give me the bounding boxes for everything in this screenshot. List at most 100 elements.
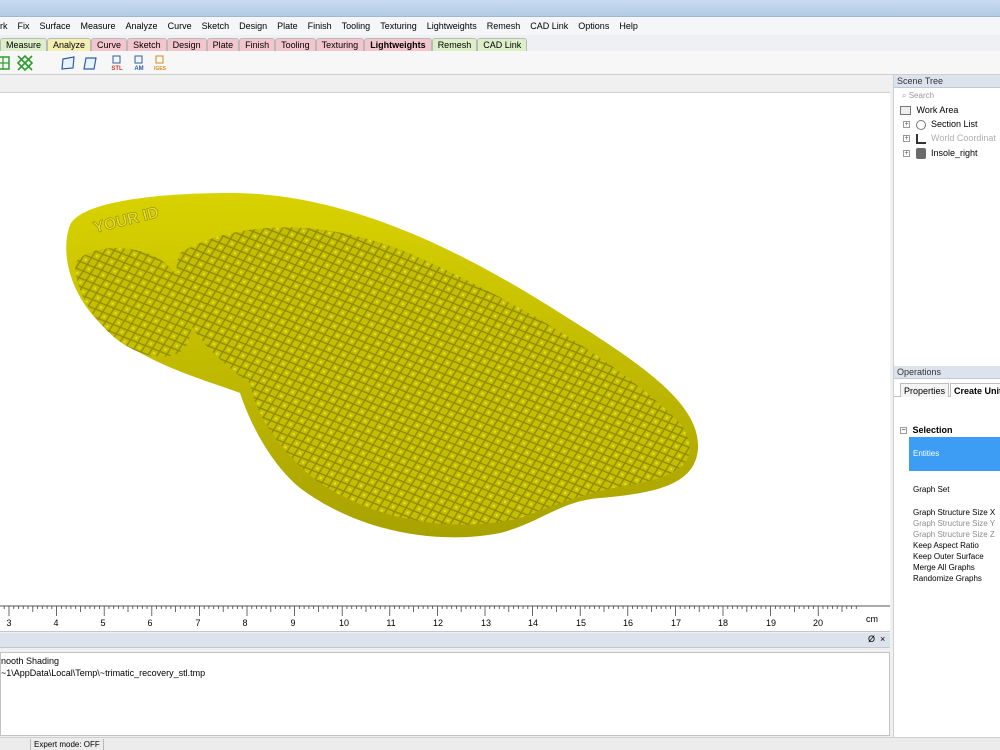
menu-cad-link[interactable]: CAD Link: [525, 17, 573, 35]
menu-surface[interactable]: Surface: [35, 17, 76, 35]
pin-icon[interactable]: Ø: [868, 634, 875, 644]
plane-alt-icon[interactable]: [81, 54, 99, 72]
log-line: nooth Shading: [1, 656, 60, 666]
ruler-label: 11: [386, 618, 395, 628]
axis-icon: [915, 133, 926, 144]
expert-mode-status[interactable]: Expert mode: OFF: [30, 739, 104, 750]
ruler-label: 15: [576, 618, 586, 628]
graph-set-label: Graph Set: [913, 485, 950, 494]
tree-item-world-coordinate[interactable]: + World Coordinat: [903, 132, 996, 145]
menu-texturing[interactable]: Texturing: [375, 17, 422, 35]
entities-selector[interactable]: Entities: [909, 437, 1000, 471]
menu-finish[interactable]: Finish: [303, 17, 337, 35]
expand-icon[interactable]: +: [903, 150, 910, 158]
tab-sketch[interactable]: Sketch: [127, 38, 167, 51]
option-size-y[interactable]: Graph Structure Size Y: [913, 519, 995, 529]
option-randomize-graphs[interactable]: Randomize Graphs: [913, 574, 982, 584]
lattice-icon[interactable]: [16, 54, 34, 72]
operations-title: Operations: [894, 366, 1000, 379]
tab-plate[interactable]: Plate: [206, 38, 240, 51]
option-keep-outer-surface[interactable]: Keep Outer Surface: [913, 552, 984, 562]
tree-item-work-area[interactable]: Work Area: [900, 104, 958, 117]
tree-item-label: Insole_right: [931, 148, 978, 158]
tab-measure[interactable]: Measure: [0, 38, 48, 51]
menu-network[interactable]: rk: [0, 17, 13, 35]
menu-plate[interactable]: Plate: [272, 17, 303, 35]
tab-remesh[interactable]: Remesh: [431, 38, 478, 51]
amf-export-icon[interactable]: AM: [130, 54, 148, 72]
menu-help[interactable]: Help: [614, 17, 643, 35]
ruler-label: 14: [528, 618, 538, 628]
3d-viewport[interactable]: YOUR ID: [0, 92, 890, 602]
expand-icon[interactable]: +: [903, 135, 910, 143]
menu-analyze[interactable]: Analyze: [121, 17, 163, 35]
stl-export-icon[interactable]: STL: [108, 54, 126, 72]
close-icon[interactable]: ×: [880, 634, 885, 644]
ruler-label: 4: [53, 618, 58, 628]
menu-measure[interactable]: Measure: [76, 17, 121, 35]
tab-finish[interactable]: Finish: [239, 38, 276, 51]
tab-create-unit[interactable]: Create Unit: [950, 383, 1000, 397]
expand-icon[interactable]: +: [903, 121, 910, 129]
plane-icon[interactable]: [59, 54, 77, 72]
scene-tree-title: Scene Tree: [894, 75, 1000, 88]
option-size-x[interactable]: Graph Structure Size X: [913, 508, 995, 518]
ruler-label: 10: [339, 618, 349, 628]
scene-tree-search-placeholder: Search: [908, 91, 935, 100]
iges-label: IGES: [154, 66, 167, 72]
ruler-label: 19: [766, 618, 776, 628]
insole-model[interactable]: YOUR ID: [0, 93, 890, 602]
work-area-icon: [900, 106, 911, 116]
tab-properties[interactable]: Properties: [900, 383, 950, 397]
ruler-label: 12: [433, 618, 443, 628]
tree-item-label: World Coordinat: [931, 133, 996, 143]
log-panel-header: Ø ×: [0, 633, 890, 648]
ruler-unit: cm: [866, 614, 878, 624]
ruler-label: 17: [671, 618, 681, 628]
collapse-icon[interactable]: −: [900, 427, 907, 435]
tab-curve[interactable]: Curve: [91, 38, 128, 51]
menu-lightweights[interactable]: Lightweights: [422, 17, 482, 35]
tab-analyze[interactable]: Analyze: [47, 38, 92, 51]
operations-tabs: Properties Create Unit: [894, 383, 1000, 397]
tab-tooling[interactable]: Tooling: [275, 38, 316, 51]
right-side-panel: Scene Tree ⌕ Search Work Area + Section …: [893, 75, 1000, 737]
menu-bar: rk Fix Surface Measure Analyze Curve Ske…: [0, 17, 1000, 35]
ruler-label: 7: [195, 618, 200, 628]
tab-lightweights[interactable]: Lightweights: [364, 38, 432, 51]
tree-item-section-list[interactable]: + Section List: [903, 118, 978, 131]
menu-tooling[interactable]: Tooling: [337, 17, 376, 35]
menu-fix[interactable]: Fix: [13, 17, 35, 35]
iges-export-icon[interactable]: IGES: [151, 54, 169, 72]
option-size-z[interactable]: Graph Structure Size Z: [913, 530, 995, 540]
menu-curve[interactable]: Curve: [163, 17, 197, 35]
tab-texturing[interactable]: Texturing: [315, 38, 365, 51]
tree-item-insole-right[interactable]: + Insole_right: [903, 147, 978, 160]
mesh-grid-icon[interactable]: [0, 54, 12, 72]
log-panel: nooth Shading ~1\AppData\Local\Temp\~tri…: [0, 652, 890, 736]
tab-cad-link[interactable]: CAD Link: [477, 38, 528, 51]
status-bar: Expert mode: OFF: [0, 737, 1000, 750]
option-merge-all-graphs[interactable]: Merge All Graphs: [913, 563, 975, 573]
scene-tree-search[interactable]: ⌕ Search: [902, 91, 997, 102]
ruler-label: 16: [623, 618, 633, 628]
tree-item-label: Work Area: [916, 105, 959, 115]
tab-design[interactable]: Design: [166, 38, 207, 51]
ruler-label: 6: [147, 618, 152, 628]
ruler-label: 13: [481, 618, 491, 628]
menu-design[interactable]: Design: [234, 17, 272, 35]
part-icon: [915, 148, 926, 160]
ruler-label: 9: [290, 618, 295, 628]
log-line: ~1\AppData\Local\Temp\~trimatic_recovery…: [1, 668, 206, 678]
icon-toolbar: STL AM IGES: [0, 51, 1000, 75]
insole-lattice-surface: [176, 227, 690, 525]
ruler-label: 18: [718, 618, 728, 628]
menu-options[interactable]: Options: [573, 17, 614, 35]
option-keep-aspect-ratio[interactable]: Keep Aspect Ratio: [913, 541, 979, 551]
tree-item-label: Section List: [931, 119, 978, 129]
menu-sketch[interactable]: Sketch: [197, 17, 235, 35]
selection-section[interactable]: − Selection: [900, 425, 953, 435]
ruler-label: 3: [6, 618, 11, 628]
menu-remesh[interactable]: Remesh: [482, 17, 526, 35]
ruler-label: 5: [100, 618, 105, 628]
